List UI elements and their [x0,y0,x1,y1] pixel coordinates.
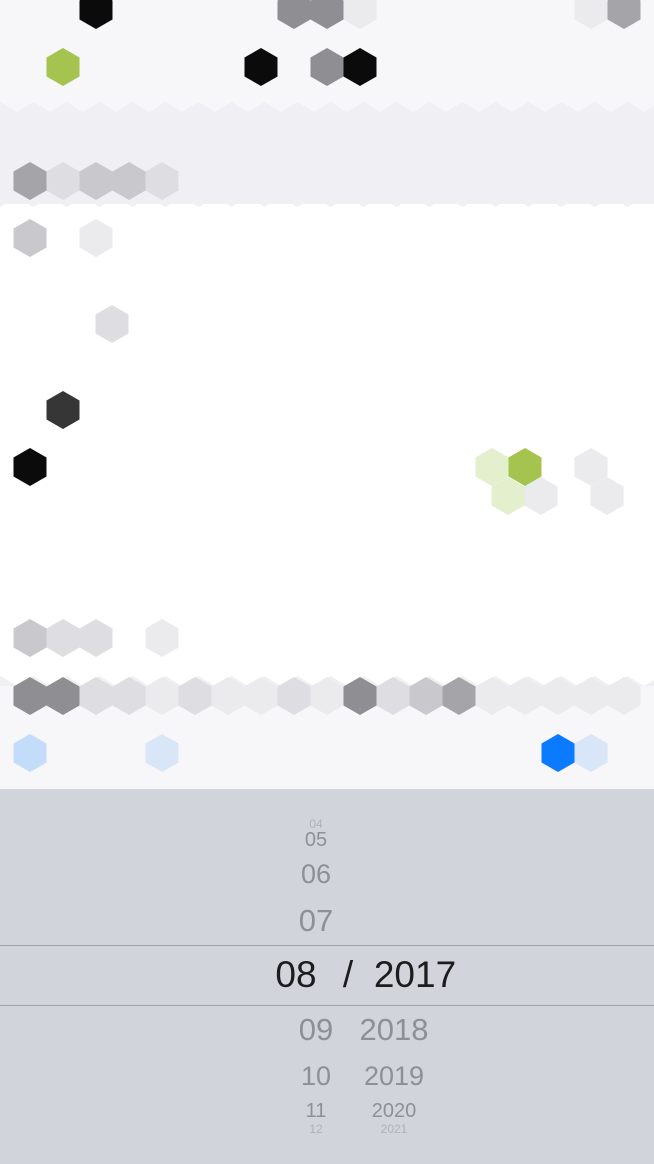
band-edge [545,102,578,112]
month-option[interactable]: 06 [276,859,356,890]
band-edge [347,197,380,207]
band-edge [248,102,281,112]
month-option[interactable]: 10 [276,1061,356,1092]
band-edge [215,102,248,112]
band-edge [83,102,116,112]
band-edge [182,197,215,207]
day-cell[interactable] [46,162,80,200]
day-cell[interactable] [145,734,179,772]
band-edge [644,679,654,686]
band-edge [446,197,479,207]
day-cell[interactable] [310,0,344,29]
band-edge [0,102,17,112]
day-cell[interactable] [79,0,113,29]
band-edge [611,102,644,112]
band-edge [413,197,446,207]
band-edge [644,197,654,204]
band-edge [578,102,611,112]
day-cell[interactable] [343,0,377,29]
band-edge [644,105,654,112]
picker-selection-top-line [0,945,654,946]
band-edge [380,197,413,207]
month-option[interactable]: 11 [276,1100,356,1123]
band-edge [413,102,446,112]
band-edge [17,197,50,207]
band-edge [0,197,17,207]
day-cell[interactable] [13,619,47,657]
day-cell[interactable] [244,48,278,86]
band-edge [512,197,545,207]
day-cell[interactable] [13,219,47,257]
day-cell[interactable] [79,619,113,657]
day-cell[interactable] [574,734,608,772]
day-cell[interactable] [79,162,113,200]
band-edge [446,102,479,112]
today-cell[interactable] [541,734,575,772]
band-edge [281,102,314,112]
picker-selection-bottom-line [0,1005,654,1006]
band-edge [314,197,347,207]
selected-year[interactable]: 2017 [370,954,460,996]
band-edge [512,102,545,112]
band-edge [479,102,512,112]
day-cell[interactable] [574,0,608,29]
band-edge [83,197,116,207]
band-edge [248,197,281,207]
year-option[interactable]: 2018 [349,1012,439,1048]
day-cell[interactable] [79,219,113,257]
day-cell[interactable] [46,619,80,657]
day-cell[interactable] [13,448,47,486]
band-edge [149,197,182,207]
band-edge [611,197,644,207]
month-year-picker[interactable]: 04 05 06 07 08 / 2017 09 2018 10 2019 11… [0,789,654,1164]
band-edge [182,102,215,112]
day-cell[interactable] [343,48,377,86]
band-edge [149,102,182,112]
month-option[interactable]: 12 [276,1122,356,1136]
day-cell[interactable] [277,0,311,29]
year-option[interactable]: 2019 [349,1061,439,1092]
band-edge [578,197,611,207]
year-option[interactable]: 2020 [349,1100,439,1123]
band-edge [380,102,413,112]
month-option[interactable]: 05 [276,829,356,852]
band-edge [50,197,83,207]
band-edge [545,197,578,207]
band-edge [347,102,380,112]
band-edge [479,197,512,207]
band-edge [281,197,314,207]
day-cell[interactable] [145,619,179,657]
date-separator: / [342,954,354,995]
band-edge [116,102,149,112]
band-edge [215,197,248,207]
hex-cells [0,0,654,772]
day-cell[interactable] [95,305,129,343]
day-cell[interactable] [13,734,47,772]
day-cell[interactable] [46,391,80,429]
selected-month[interactable]: 08 [256,954,336,996]
month-option[interactable]: 09 [276,1012,356,1048]
day-cell[interactable] [13,162,47,200]
band-edge [0,676,17,686]
band-edge [314,102,347,112]
year-option[interactable]: 2021 [349,1122,439,1136]
day-cell[interactable] [112,162,146,200]
day-cell[interactable] [607,0,641,29]
day-cell[interactable] [46,48,80,86]
band-edge [116,197,149,207]
month-option[interactable]: 07 [276,903,356,939]
band-edge [50,102,83,112]
contribution-hex-grid [0,0,654,789]
day-cell[interactable] [310,48,344,86]
day-cell[interactable] [145,162,179,200]
band-edge [17,102,50,112]
